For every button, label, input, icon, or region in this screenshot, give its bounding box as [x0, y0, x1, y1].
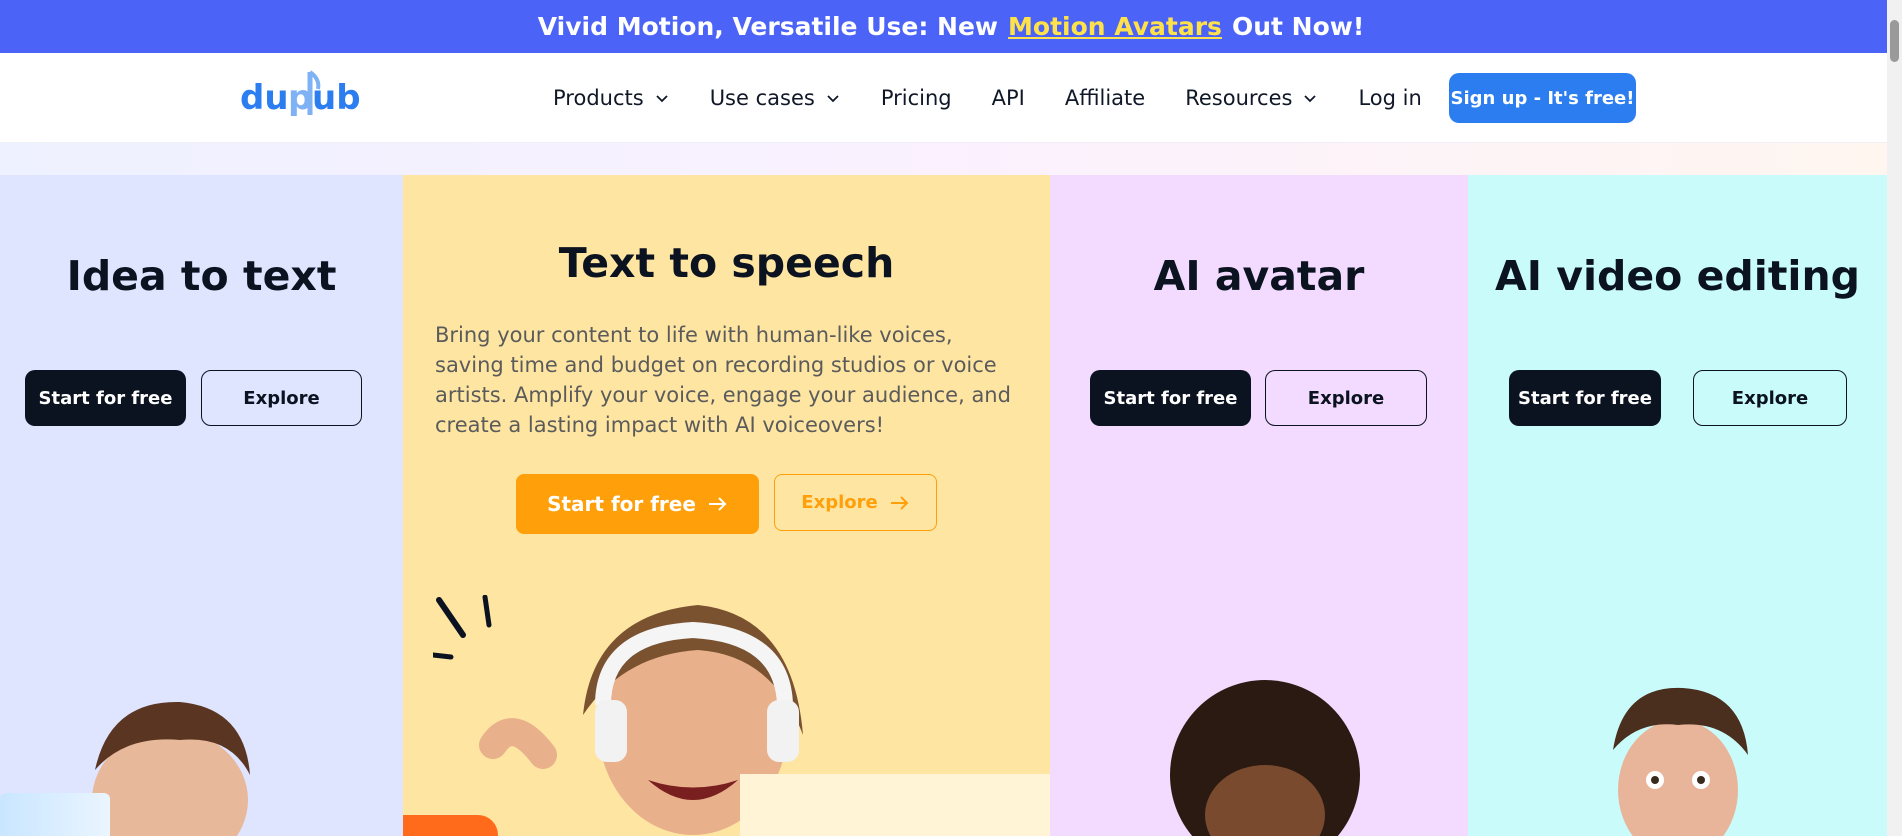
nav-products[interactable]: Products [553, 86, 670, 110]
nav-pricing[interactable]: Pricing [881, 86, 952, 110]
signup-button[interactable]: Sign up - It's free! [1449, 73, 1636, 123]
nav-api[interactable]: API [992, 86, 1025, 110]
column-title: AI avatar [1153, 252, 1365, 300]
column-title: Text to speech [558, 239, 895, 287]
gradient-strip [0, 143, 1887, 175]
feature-column-ai-video-editing: AI video editing Start for free Explore [1468, 175, 1887, 836]
svg-text:du: du [240, 78, 289, 118]
start-for-free-button[interactable]: Start for free [1509, 370, 1661, 426]
ui-card-image [0, 793, 110, 836]
orange-shape [403, 815, 498, 836]
tts-card-image [740, 774, 1050, 836]
explore-button[interactable]: Explore [774, 474, 937, 531]
explore-button[interactable]: Explore [201, 370, 362, 426]
page-scrollbar[interactable] [1887, 0, 1902, 836]
arrow-right-icon [708, 497, 727, 511]
woman-avatar-image [1170, 680, 1360, 836]
banner-text-after: Out Now! [1231, 12, 1365, 41]
feature-column-text-to-speech: Text to speech Bring your content to lif… [403, 175, 1050, 836]
start-for-free-button[interactable]: Start for free [1090, 370, 1251, 426]
dupdub-logo[interactable]: du p ub [240, 67, 365, 127]
column-title: Idea to text [66, 252, 337, 300]
chevron-down-icon [827, 95, 839, 103]
column-description: Bring your content to life with human-li… [435, 323, 1011, 437]
chevron-down-icon [1304, 95, 1317, 103]
start-for-free-button[interactable]: Start for free [516, 474, 759, 534]
feature-column-ai-avatar: AI avatar Start for free Explore [1050, 175, 1468, 836]
arrow-right-icon [890, 495, 909, 510]
banner-text-before: Vivid Motion, Versatile Use: New [537, 12, 999, 41]
nav-use-cases[interactable]: Use cases [710, 86, 841, 110]
surprised-man-image [1613, 687, 1748, 836]
scrollbar-thumb[interactable] [1890, 20, 1899, 62]
explore-button[interactable]: Explore [1265, 370, 1427, 426]
nav-resources[interactable]: Resources [1185, 86, 1318, 110]
nav-affiliate[interactable]: Affiliate [1065, 86, 1145, 110]
explore-button[interactable]: Explore [1693, 370, 1847, 426]
top-navigation: du p ub Products Use cases Pricing API A… [0, 53, 1887, 143]
chevron-down-icon [656, 95, 668, 103]
feature-column-idea-to-text: Idea to text Start for free Explore [0, 175, 403, 836]
announcement-banner: Vivid Motion, Versatile Use: New Motion … [0, 0, 1902, 53]
motion-avatars-link[interactable]: Motion Avatars [1008, 12, 1222, 41]
nav-login[interactable]: Log in [1358, 86, 1421, 110]
start-for-free-button[interactable]: Start for free [25, 370, 186, 426]
column-title: AI video editing [1494, 252, 1861, 300]
main-menu: Products Use cases Pricing API Affiliate… [553, 53, 1422, 143]
